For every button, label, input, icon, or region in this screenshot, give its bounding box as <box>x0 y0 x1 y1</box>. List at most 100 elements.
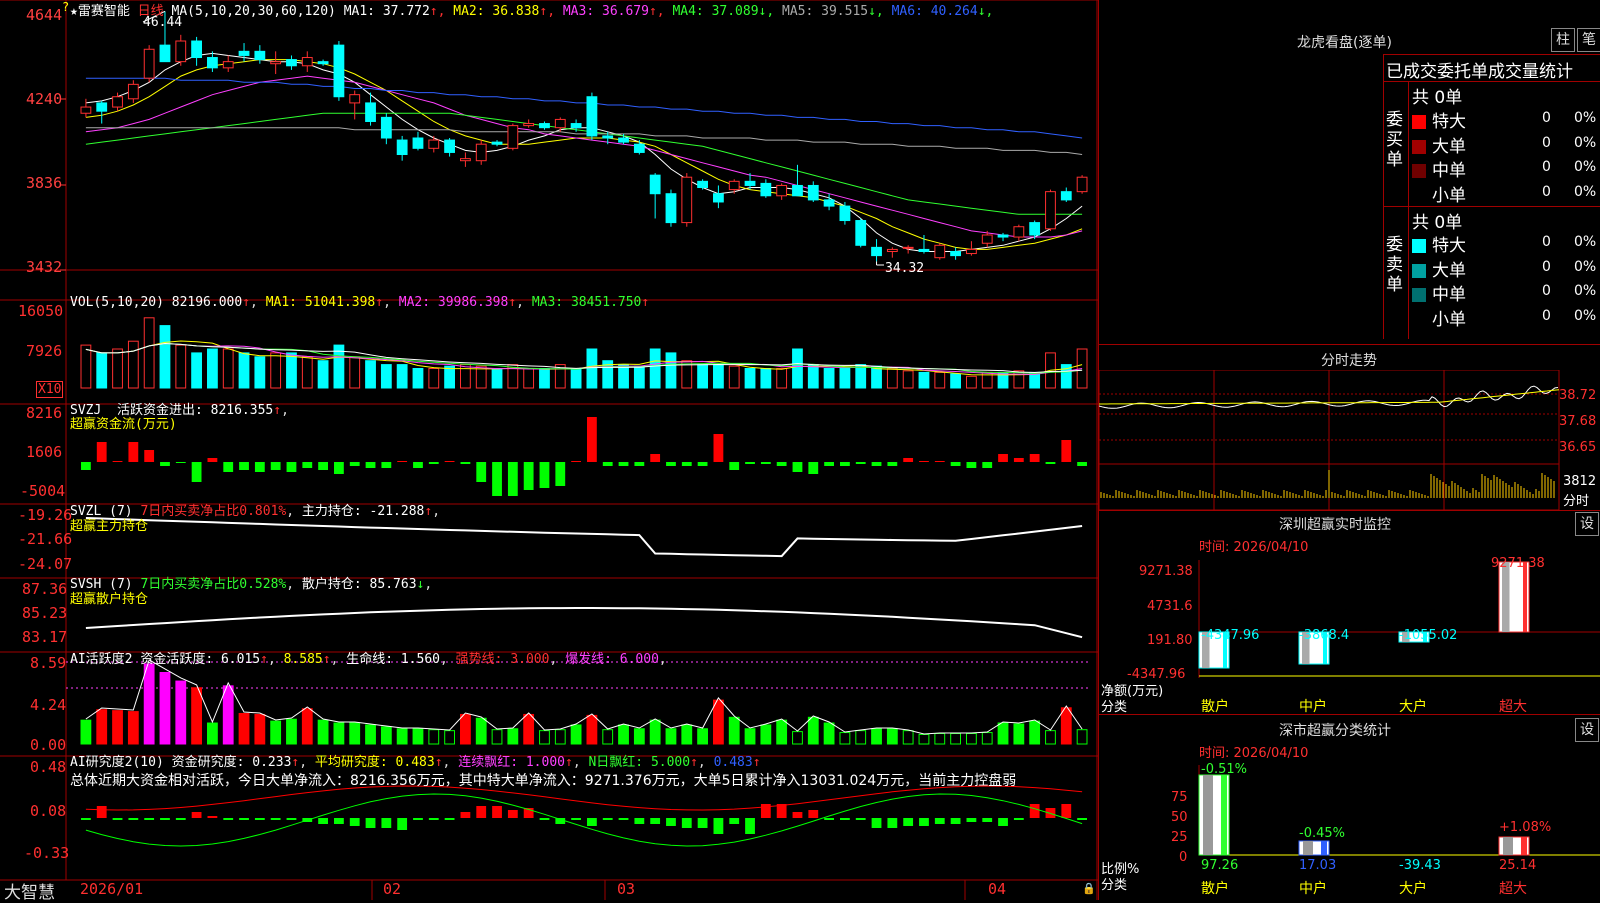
capital-flow-bar <box>96 442 107 462</box>
volume-bar <box>760 368 772 389</box>
research-bar <box>144 818 155 820</box>
candle-body <box>523 123 535 127</box>
tab-tick-view[interactable]: 笔 <box>1577 28 1600 52</box>
activity-bar <box>871 728 882 745</box>
candle-body <box>776 184 788 197</box>
sz-category: 中户 <box>1299 699 1327 715</box>
volume-bar <box>301 356 313 389</box>
kline-chart-area[interactable]: 4644 4240 3836 3432 ? ★雷赛智能 日线 MA(5,10,2… <box>0 0 1098 903</box>
candle-body <box>460 158 471 162</box>
capital-flow-bar <box>112 461 123 462</box>
order-count: 0 <box>1542 234 1551 250</box>
ma-line <box>85 77 1083 139</box>
activity-bar <box>1029 720 1041 745</box>
activity-bar <box>127 711 139 745</box>
activity-bar <box>112 710 123 745</box>
volume-bar <box>934 371 946 389</box>
candle-body <box>270 61 282 65</box>
research-bar <box>81 818 91 820</box>
sz-tick: 9271.38 <box>1139 564 1193 579</box>
capital-flow-bar <box>792 462 803 472</box>
stat-top-value: +1.08% <box>1499 820 1552 835</box>
capital-flow-bar <box>81 462 91 470</box>
candle-body <box>744 180 756 186</box>
capital-flow-bar <box>397 461 408 462</box>
stat-category: 散户 <box>1201 881 1229 897</box>
capital-flow-bar <box>650 454 661 462</box>
order-type: 大单 <box>1432 136 1466 157</box>
activity-bar <box>602 729 614 745</box>
sz-cat-label: 分类 <box>1101 700 1128 715</box>
color-swatch <box>1412 239 1426 253</box>
research-bar <box>96 806 107 818</box>
research-bar <box>539 818 550 820</box>
ai-res-tick: 0.08 <box>30 802 67 820</box>
low-price-label: 34.32 <box>885 261 925 276</box>
capital-flow-bar <box>729 462 740 470</box>
order-type: 特大 <box>1432 236 1466 256</box>
candle-body <box>633 143 645 153</box>
volume-bar <box>349 356 361 389</box>
research-bar <box>1077 818 1087 820</box>
sz-category: 超大 <box>1499 699 1527 715</box>
stat-settings-button[interactable]: 设 <box>1575 718 1599 742</box>
activity-bar <box>649 719 661 745</box>
candle-body <box>918 248 930 252</box>
candle-body <box>1060 191 1072 201</box>
candle-body <box>539 123 550 129</box>
research-bar <box>270 818 281 820</box>
alert-icon[interactable]: ? <box>62 0 69 14</box>
lock-icon[interactable]: 🔒 <box>1082 882 1096 895</box>
volume-bar <box>728 365 740 389</box>
intraday-chart[interactable] <box>1099 370 1600 510</box>
ai-activity-value: 资金活跃度: 6.015 <box>140 652 261 667</box>
candle-body <box>713 193 724 203</box>
activity-bar <box>207 722 218 745</box>
candle-body <box>333 44 345 98</box>
sz-settings-button[interactable]: 设 <box>1575 512 1599 536</box>
capital-flow-bar <box>286 462 297 472</box>
research-bar <box>128 818 139 820</box>
research-bar <box>318 818 328 824</box>
activity-bar <box>570 724 582 745</box>
research-bar <box>223 818 234 820</box>
research-bar <box>476 806 487 818</box>
order-percent: 0% <box>1574 134 1597 151</box>
intraday-vol-unit: 分时 <box>1563 494 1590 509</box>
activity-bar <box>681 724 693 745</box>
stock-name[interactable]: ★雷赛智能 <box>70 4 130 19</box>
activity-bar <box>143 663 155 745</box>
volume-bar <box>365 360 376 389</box>
activity-bar <box>855 730 867 745</box>
candle-body <box>886 248 898 252</box>
capital-flow-bar <box>160 462 170 466</box>
stat-category: 大户 <box>1399 881 1427 897</box>
research-bar <box>1061 804 1072 818</box>
volume-bar <box>539 368 550 389</box>
stat-category: 超大 <box>1499 881 1527 897</box>
capital-flow-bar <box>444 461 455 462</box>
order-percent: 0% <box>1574 307 1597 324</box>
capital-flow-bar <box>919 461 929 462</box>
volume-bar <box>96 352 108 389</box>
volume-bar <box>254 356 266 389</box>
order-percent: 0% <box>1574 183 1597 200</box>
capital-flow-bar <box>1045 462 1056 464</box>
capital-flow-bar <box>903 458 914 462</box>
ai-burstline: 爆发线: 6.000 <box>565 652 659 667</box>
svzl-tick: -19.26 <box>18 506 73 524</box>
activity-bar <box>981 732 993 745</box>
tab-column-view[interactable]: 柱 <box>1551 28 1575 52</box>
order-type: 小单 <box>1432 309 1466 330</box>
activity-bar <box>1076 729 1088 745</box>
volume-bar <box>238 352 250 389</box>
candle-body <box>286 59 297 67</box>
sz-value: -4347.96 <box>1201 628 1260 643</box>
ma-legend-item: MA3: 36.679 <box>562 4 649 19</box>
order-percent: 0% <box>1574 110 1597 126</box>
ai-research-title: AI研究度2(10) <box>70 755 164 770</box>
order-count: 0 <box>1542 283 1551 299</box>
volume-bar <box>222 348 234 389</box>
svzj-tick: 8216 <box>26 404 63 422</box>
ma-legend-item: MA2: 36.838 <box>453 4 540 19</box>
